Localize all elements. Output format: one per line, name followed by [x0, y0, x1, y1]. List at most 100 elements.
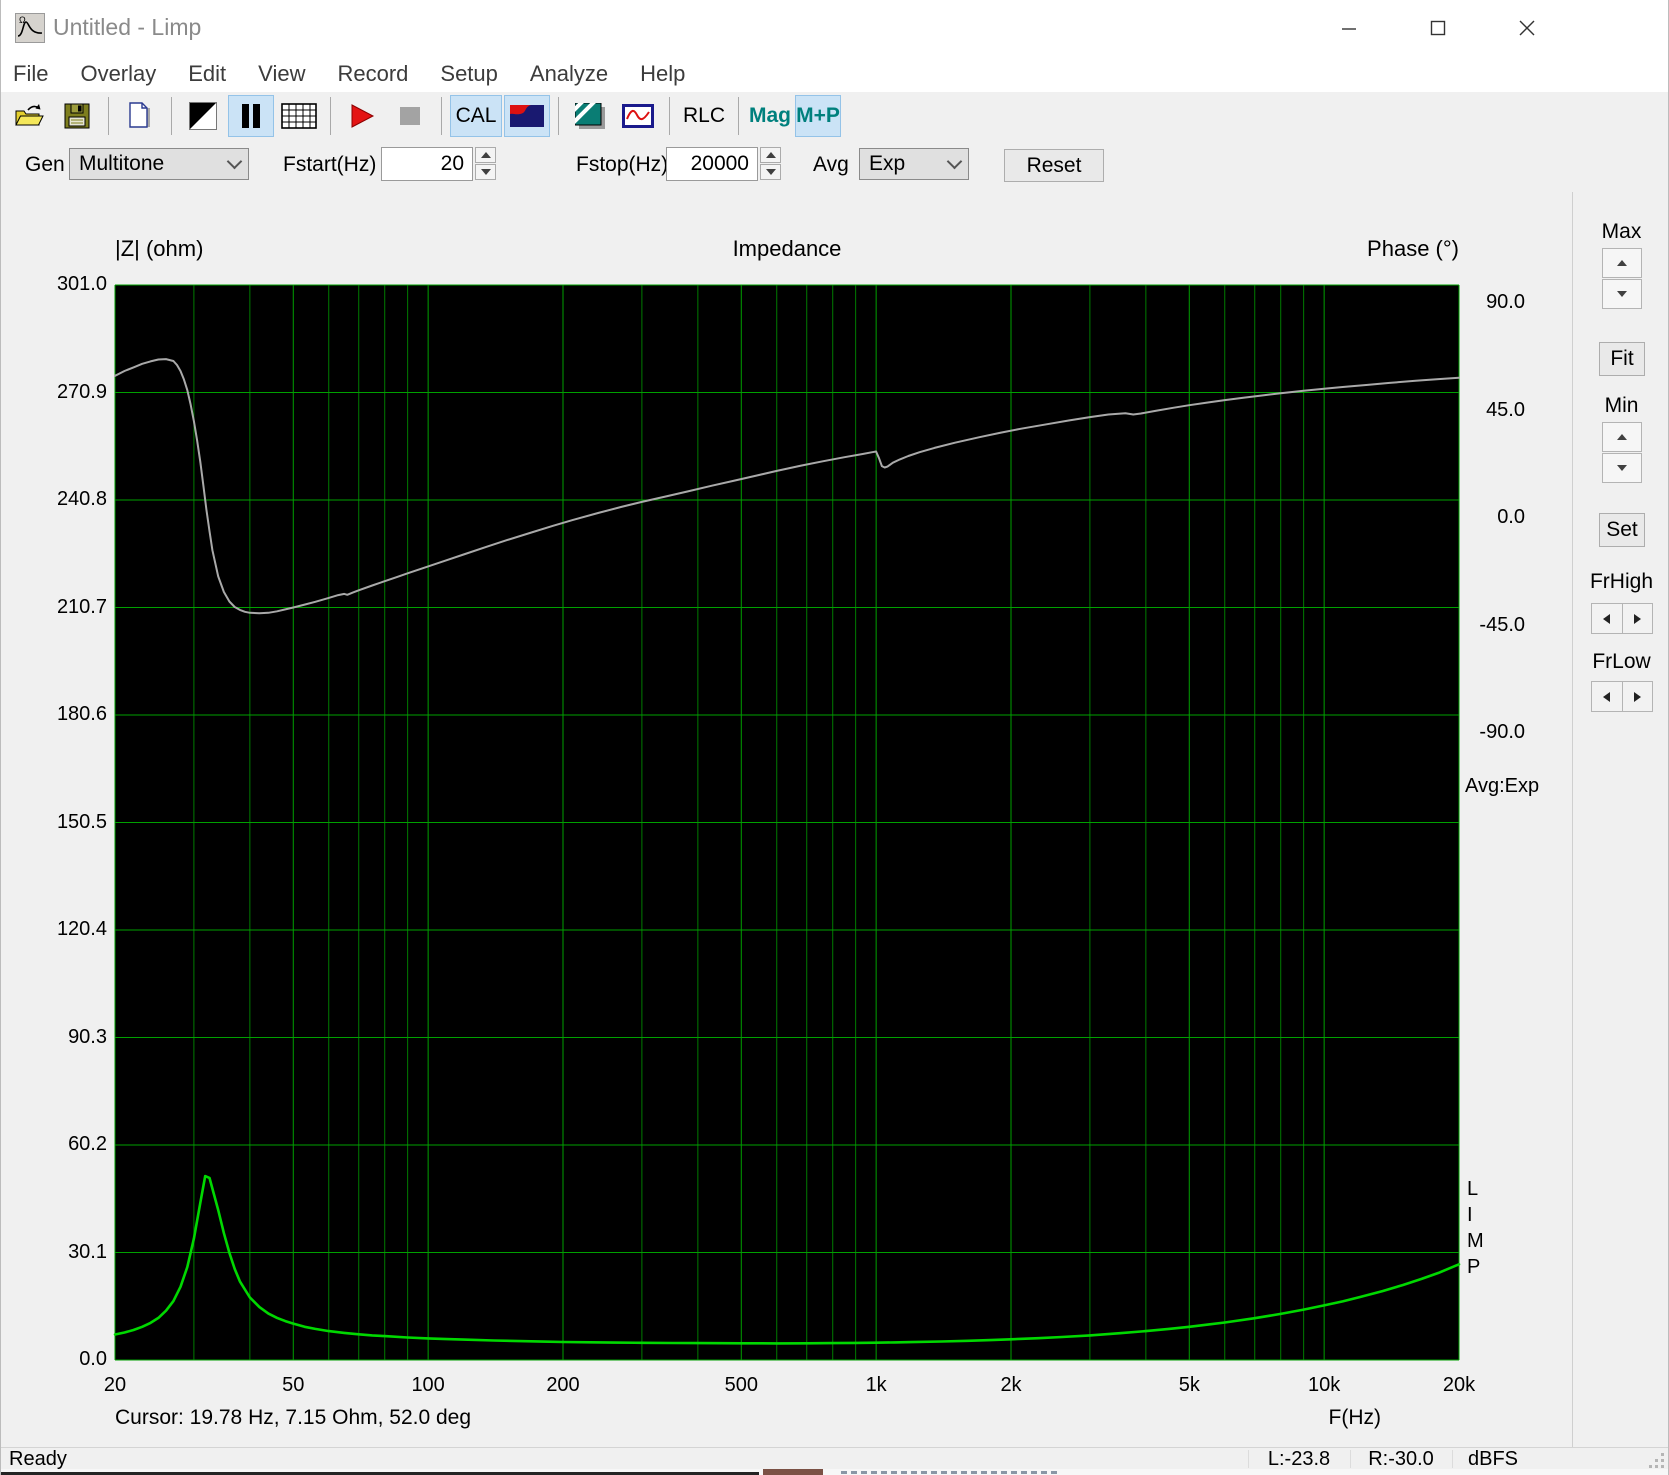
chevron-down-icon	[946, 153, 963, 170]
scale-setup-button[interactable]	[504, 95, 550, 137]
set-button[interactable]: Set	[1599, 513, 1645, 547]
bw-background-toggle-button[interactable]	[180, 95, 226, 137]
min-down-button[interactable]	[1602, 453, 1642, 483]
plot-canvas[interactable]	[1, 192, 1571, 1447]
z-tick: 120.4	[56, 918, 107, 940]
magnitude-phase-view-button[interactable]: M+P	[795, 95, 841, 137]
stop-record-button[interactable]	[387, 95, 433, 137]
sine-wave-icon	[622, 104, 654, 128]
z-tick: 240.8	[56, 488, 107, 510]
resize-grip[interactable]	[1648, 1452, 1664, 1468]
stop-icon	[400, 107, 420, 125]
fstop-spin-down[interactable]	[760, 164, 781, 180]
overlay-button[interactable]	[567, 95, 613, 137]
limp-app-window: Ω Untitled - Limp File Overlay Edit View…	[0, 0, 1669, 1475]
frlow-left-button[interactable]	[1591, 681, 1623, 712]
open-file-button[interactable]	[6, 95, 52, 137]
generator-type-select[interactable]: Multitone	[69, 148, 249, 180]
menu-bar: File Overlay Edit View Record Setup Anal…	[1, 56, 1668, 92]
open-folder-icon	[15, 104, 44, 126]
menu-help[interactable]: Help	[624, 59, 701, 89]
toolbar-separator	[108, 97, 109, 135]
z-tick: 90.3	[68, 1025, 107, 1048]
app-icon: Ω	[15, 13, 45, 43]
pause-button[interactable]	[228, 95, 274, 137]
data-table-button[interactable]	[276, 95, 322, 137]
z-tick: 0.0	[79, 1348, 107, 1370]
left-arrow-icon	[1603, 613, 1611, 624]
phase-tick: 90.0	[1486, 291, 1525, 313]
frhigh-right-button[interactable]	[1622, 603, 1653, 634]
fstart-spinner	[475, 147, 496, 181]
main-area: |Z| (ohm) Impedance Phase (°) 301.0 270.9…	[1, 192, 1668, 1447]
averaging-value: Exp	[869, 152, 906, 175]
menu-record[interactable]: Record	[321, 59, 424, 89]
fit-button[interactable]: Fit	[1599, 342, 1645, 376]
menu-file[interactable]: File	[1, 59, 64, 89]
toolbar-separator	[171, 97, 172, 135]
menu-edit[interactable]: Edit	[172, 59, 242, 89]
x-tick: 20	[103, 1374, 127, 1396]
frhigh-arrows	[1591, 603, 1653, 634]
toolbar-separator	[330, 97, 331, 135]
close-button[interactable]	[1505, 8, 1549, 48]
x-tick: 10k	[1308, 1374, 1341, 1396]
status-left-level: L:-23.8	[1267, 1448, 1331, 1470]
fstop-spin-up[interactable]	[760, 147, 781, 163]
copy-page-icon	[129, 102, 150, 128]
x-tick: 1k	[865, 1374, 887, 1396]
z-tick: 180.6	[56, 703, 107, 725]
x-tick: 5k	[1178, 1374, 1200, 1396]
save-button[interactable]	[54, 95, 100, 137]
averaging-select[interactable]: Exp	[859, 148, 969, 180]
down-arrow-icon	[1617, 291, 1627, 297]
menu-setup[interactable]: Setup	[424, 59, 514, 89]
menu-view[interactable]: View	[242, 59, 321, 89]
fstart-spin-up[interactable]	[475, 147, 496, 163]
status-bar: Ready L:-23.8 R:-30.0 dBFS	[1, 1447, 1668, 1470]
min-up-button[interactable]	[1602, 422, 1642, 452]
z-tick: 210.7	[56, 595, 107, 618]
time-record-view-button[interactable]	[615, 95, 661, 137]
x-tick: 50	[282, 1374, 305, 1396]
menu-overlay[interactable]: Overlay	[64, 59, 172, 89]
toolbar-separator	[441, 97, 442, 135]
z-tick: 150.5	[56, 810, 107, 833]
right-arrow-icon	[1633, 691, 1641, 702]
z-tick: 301.0	[56, 273, 107, 295]
x-tick: 2k	[1000, 1374, 1022, 1396]
magnitude-view-button[interactable]: Mag	[747, 95, 793, 137]
close-icon	[1519, 20, 1535, 36]
fstart-input[interactable]	[381, 147, 473, 181]
fstop-input[interactable]	[666, 147, 758, 181]
frhigh-label: FrHigh	[1589, 570, 1653, 593]
fstart-spin-down[interactable]	[475, 164, 496, 180]
phase-tick: -90.0	[1479, 721, 1525, 743]
maximize-button[interactable]	[1416, 8, 1460, 48]
right-arrow-icon	[1633, 613, 1641, 624]
x-tick: 20k	[1442, 1374, 1476, 1396]
down-arrow-icon	[480, 169, 491, 175]
reset-button[interactable]: Reset	[1004, 149, 1104, 182]
background-window-sliver	[1, 1469, 1668, 1475]
copy-button[interactable]	[117, 95, 163, 137]
up-arrow-icon	[765, 152, 776, 158]
rlc-button[interactable]: RLC	[678, 95, 730, 137]
maximize-icon	[1430, 20, 1446, 36]
start-record-button[interactable]	[339, 95, 385, 137]
menu-analyze[interactable]: Analyze	[514, 59, 624, 89]
status-ready: Ready	[9, 1448, 67, 1470]
pause-icon	[242, 104, 260, 128]
frlow-right-button[interactable]	[1622, 681, 1653, 712]
max-up-button[interactable]	[1602, 248, 1642, 278]
status-separator	[1248, 1450, 1249, 1468]
frhigh-left-button[interactable]	[1591, 603, 1623, 634]
avg-mode-annotation: Avg:Exp	[1465, 775, 1540, 797]
left-arrow-icon	[1603, 691, 1611, 702]
max-down-button[interactable]	[1602, 279, 1642, 309]
minimize-button[interactable]	[1327, 8, 1371, 48]
up-arrow-icon	[480, 152, 491, 158]
overlay-stripes-icon	[575, 103, 605, 129]
z-tick: 60.2	[68, 1133, 107, 1155]
calibrate-button[interactable]: CAL	[450, 95, 502, 137]
